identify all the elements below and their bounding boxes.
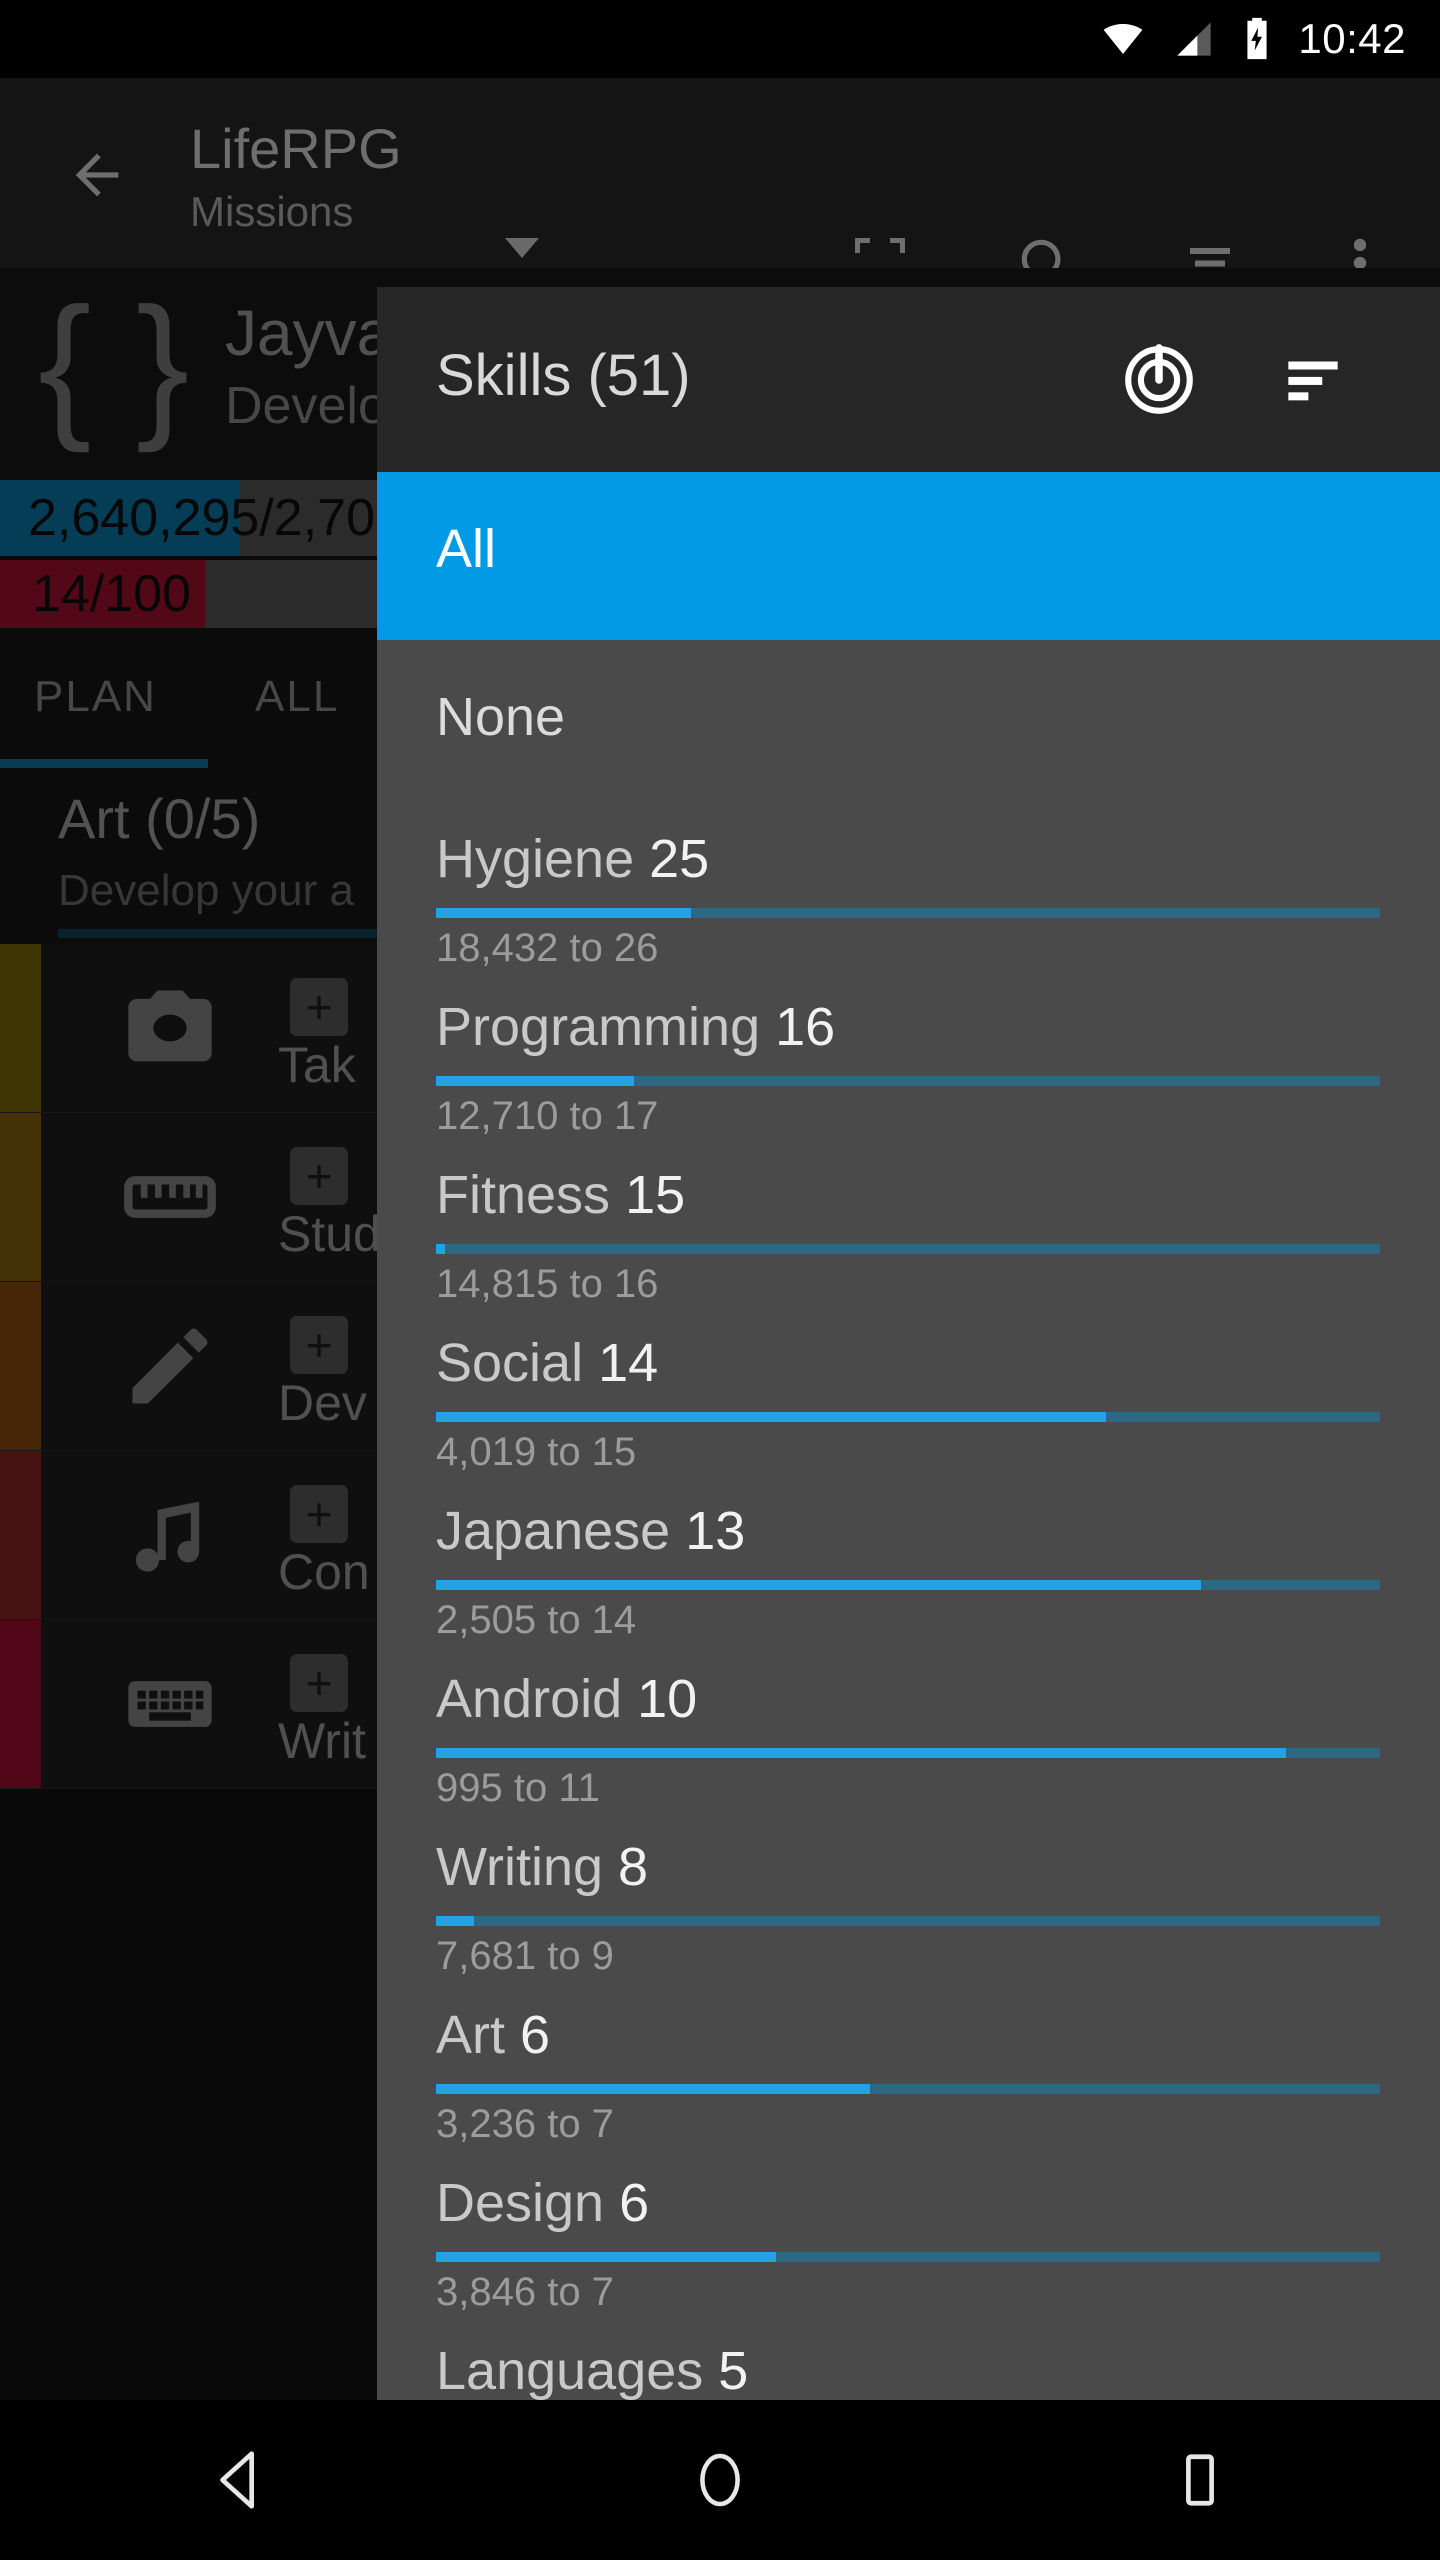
skill-progress-fill — [436, 1580, 1201, 1590]
skill-progress-fill — [436, 1076, 635, 1086]
skill-next-level: 4,019 to 15 — [436, 1430, 637, 1474]
skill-next-level: 3,846 to 7 — [436, 2270, 614, 2314]
skill-next-level: 12,710 to 17 — [436, 1094, 659, 1138]
screen: 10:42 LifeRPG Missions { } Jayva Develo — [0, 0, 1440, 2560]
skill-row[interactable]: Japanese 13 2,505 to 14 — [377, 1480, 1440, 1648]
skill-name: Social 14 — [436, 1333, 659, 1393]
drawer-title: Skills (51) — [436, 343, 691, 408]
skill-progress-track — [436, 1244, 1380, 1254]
skill-name: Art 6 — [436, 2005, 551, 2065]
skill-next-level: 995 to 11 — [436, 1766, 600, 1810]
skill-progress-track — [436, 2252, 1380, 2262]
skill-progress-fill — [436, 1748, 1286, 1758]
skill-next-level: 3,236 to 7 — [436, 2102, 614, 2146]
filter-all-label: All — [436, 519, 497, 579]
skill-progress-fill — [436, 1412, 1107, 1422]
status-bar: 10:42 — [0, 0, 1440, 78]
skill-name: Languages 5 — [436, 2341, 749, 2400]
skill-name: Japanese 13 — [436, 1501, 746, 1561]
skill-level: 6 — [619, 2173, 650, 2233]
skill-row[interactable]: Android 10 995 to 11 — [377, 1648, 1440, 1816]
page-subtitle: Missions — [190, 188, 354, 235]
skill-name: Android 10 — [436, 1669, 698, 1729]
skill-progress-track — [436, 1076, 1380, 1086]
skill-row[interactable]: Design 6 3,846 to 7 — [377, 2152, 1440, 2320]
skill-level: 15 — [625, 1165, 686, 1225]
skill-name: Writing 8 — [436, 1837, 649, 1897]
skill-progress-track — [436, 2084, 1380, 2094]
skill-level: 8 — [618, 1837, 649, 1897]
app-title-block[interactable]: LifeRPG Missions — [190, 118, 402, 240]
skill-level: 10 — [637, 1669, 698, 1729]
skill-progress-fill — [436, 1244, 446, 1254]
chevron-down-icon[interactable] — [505, 238, 539, 258]
skill-next-level: 7,681 to 9 — [436, 1934, 614, 1978]
nav-back-icon[interactable] — [160, 2400, 320, 2560]
skill-next-level: 14,815 to 16 — [436, 1262, 659, 1306]
filter-none-row[interactable]: None — [377, 640, 1440, 808]
target-power-icon[interactable] — [1111, 332, 1207, 428]
nav-recents-icon[interactable] — [1120, 2400, 1280, 2560]
skill-level: 6 — [520, 2005, 551, 2065]
skill-name: Design 6 — [436, 2173, 650, 2233]
skill-level: 5 — [718, 2341, 749, 2400]
skill-progress-track — [436, 1580, 1380, 1590]
skill-row[interactable]: Social 14 4,019 to 15 — [377, 1312, 1440, 1480]
skill-level: 16 — [775, 997, 836, 1057]
skill-level: 25 — [649, 829, 710, 889]
skill-name: Fitness 15 — [436, 1165, 686, 1225]
skill-row[interactable]: Fitness 15 14,815 to 16 — [377, 1144, 1440, 1312]
skill-progress-fill — [436, 908, 691, 918]
skill-progress-track — [436, 908, 1380, 918]
page-title: LifeRPG — [190, 117, 402, 180]
skill-row[interactable]: Writing 8 7,681 to 9 — [377, 1816, 1440, 1984]
skill-next-level: 2,505 to 14 — [436, 1598, 637, 1642]
skill-row[interactable]: Languages 5 — [377, 2320, 1440, 2400]
skill-progress-track — [436, 1412, 1380, 1422]
back-arrow-icon[interactable] — [58, 136, 136, 214]
skill-name: Hygiene 25 — [436, 829, 710, 889]
skill-progress-fill — [436, 2252, 776, 2262]
skill-name: Programming 16 — [436, 997, 836, 1057]
skill-row[interactable]: Art 6 3,236 to 7 — [377, 1984, 1440, 2152]
app-bar: LifeRPG Missions — [0, 78, 1440, 289]
cellular-signal-icon — [1172, 19, 1216, 59]
skill-next-level: 18,432 to 26 — [436, 926, 659, 970]
nav-home-icon[interactable] — [640, 2400, 800, 2560]
skill-level: 14 — [598, 1333, 659, 1393]
filter-all-row[interactable]: All — [377, 472, 1440, 640]
skill-level: 13 — [685, 1501, 746, 1561]
skills-drawer: Skills (51) All None Hygiene 25 18,432 to… — [377, 287, 1440, 2400]
filter-none-label: None — [436, 687, 566, 747]
skill-list: Hygiene 25 18,432 to 26 Programming 16 12,7… — [377, 808, 1440, 2400]
skill-row[interactable]: Programming 16 12,710 to 17 — [377, 976, 1440, 1144]
skill-row[interactable]: Hygiene 25 18,432 to 26 — [377, 808, 1440, 976]
skill-progress-fill — [436, 1916, 474, 1926]
status-clock: 10:42 — [1298, 15, 1406, 62]
battery-charging-icon — [1242, 16, 1272, 62]
drawer-header: Skills (51) — [377, 287, 1440, 472]
system-nav-bar — [0, 2400, 1440, 2560]
wifi-icon — [1100, 19, 1146, 59]
skill-progress-track — [436, 1916, 1380, 1926]
sort-icon[interactable] — [1265, 332, 1361, 428]
skill-progress-fill — [436, 2084, 871, 2094]
skill-progress-track — [436, 1748, 1380, 1758]
